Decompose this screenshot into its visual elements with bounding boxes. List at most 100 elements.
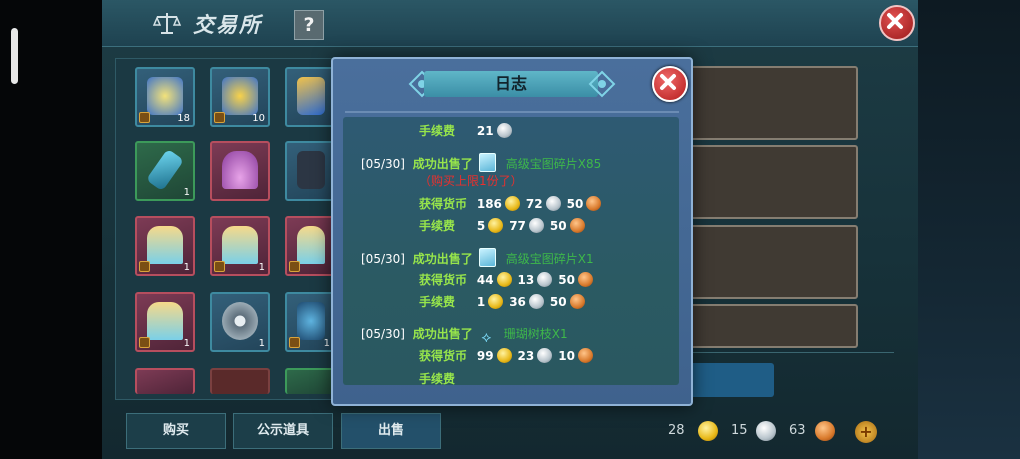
item-icon — [297, 151, 325, 189]
help-button[interactable]: ? — [294, 10, 324, 40]
inventory-slot[interactable]: 1 — [210, 216, 270, 276]
fee-label: 手续费 — [419, 219, 456, 233]
exchange-close-button[interactable] — [879, 5, 915, 41]
earned-copper: 50 — [566, 197, 584, 211]
fee-gold: 1 — [476, 295, 486, 309]
log-note: （购买上限1份了） — [419, 174, 523, 188]
item-count: 1 — [258, 262, 265, 273]
inventory-slot[interactable]: 18 — [135, 67, 195, 127]
log-list[interactable]: 手续费 21 [05/30] 成功出售了 高级宝图碎片X85 （购买上限1份了） … — [343, 117, 679, 385]
add-currency-button[interactable]: + — [855, 421, 877, 443]
sale-slot[interactable] — [688, 304, 858, 348]
sale-slot[interactable] — [688, 145, 858, 219]
copper-amount: 63 — [789, 423, 806, 438]
log-earned-row: 获得货币 99 23 10 — [419, 346, 599, 366]
inventory-slot[interactable]: 1 — [135, 216, 195, 276]
buy-tab[interactable]: 购买 — [126, 413, 226, 449]
silver-coin-icon — [528, 294, 544, 309]
fee-gold: 5 — [476, 219, 486, 233]
copper-coin-icon — [577, 348, 593, 363]
item-count: 18 — [177, 113, 190, 124]
gold-coin-icon — [504, 196, 520, 211]
fee-copper: 50 — [549, 219, 567, 233]
silver-amount: 15 — [731, 423, 748, 438]
inventory-slot[interactable] — [285, 141, 335, 201]
lock-icon — [139, 337, 150, 348]
copper-coin-icon — [815, 421, 835, 441]
inventory-slot[interactable] — [210, 141, 270, 201]
earned-label: 获得货币 — [419, 197, 468, 211]
copper-coin-icon — [569, 294, 585, 309]
copper-coin-icon — [569, 218, 585, 233]
side-drag-handle[interactable] — [11, 28, 18, 84]
inventory-slot[interactable] — [285, 368, 335, 394]
close-icon — [887, 13, 903, 29]
log-fee-row: 手续费 5 77 50 — [419, 216, 591, 236]
fee-silver: 77 — [509, 219, 526, 233]
earned-copper: 10 — [558, 349, 575, 363]
log-action: 成功出售了 — [412, 327, 473, 341]
sale-slot[interactable] — [688, 225, 858, 299]
fee-label: 手续费 — [419, 124, 456, 138]
silver-coin-icon — [545, 196, 561, 211]
dialog-close-button[interactable] — [652, 66, 688, 102]
action-button[interactable] — [688, 363, 774, 397]
earned-silver: 13 — [517, 273, 535, 287]
inventory-slot[interactable] — [285, 67, 335, 127]
earned-silver: 23 — [517, 349, 535, 363]
item-icon — [222, 302, 258, 340]
item-icon — [147, 226, 183, 264]
lock-icon — [214, 261, 225, 272]
copper-coin-icon — [577, 272, 593, 287]
inventory-slot[interactable] — [135, 368, 195, 394]
log-sale-row: [05/30] 成功出售了 ⟡ 珊瑚树枝X1 — [361, 324, 568, 346]
dialog-header: 日志 — [333, 59, 691, 111]
item-icon — [145, 148, 185, 192]
lock-icon — [139, 261, 150, 272]
log-action: 成功出售了 — [412, 157, 473, 171]
log-note-row: （购买上限1份了） — [419, 171, 523, 191]
item-count: 1 — [323, 338, 330, 349]
inventory-slot[interactable] — [210, 368, 270, 394]
dialog-title-plate: 日志 — [424, 71, 598, 97]
fee-label: 手续费 — [419, 295, 456, 309]
log-sale-row: [05/30] 成功出售了 高级宝图碎片X85 — [361, 153, 601, 173]
earned-label: 获得货币 — [419, 349, 468, 363]
gold-coin-icon — [488, 218, 504, 233]
lock-icon — [139, 112, 150, 123]
silver-coin-icon — [496, 123, 512, 138]
earned-gold: 99 — [476, 349, 494, 363]
fee-silver: 21 — [476, 124, 494, 138]
item-count: 1 — [183, 338, 190, 349]
gold-coin-icon — [698, 421, 718, 441]
gold-amount: 28 — [668, 423, 685, 438]
inventory-slot[interactable]: 1 — [210, 292, 270, 352]
inventory-slot[interactable]: 10 — [210, 67, 270, 127]
inventory-slot[interactable] — [285, 216, 335, 276]
inventory-slot[interactable]: 1 — [135, 141, 195, 201]
item-icon — [297, 302, 325, 340]
log-action: 成功出售了 — [412, 252, 473, 266]
fee-copper: 50 — [549, 295, 567, 309]
sale-slot[interactable] — [688, 66, 858, 140]
dialog-title: 日志 — [494, 74, 527, 93]
lock-icon — [289, 261, 300, 272]
item-count: 1 — [183, 187, 190, 198]
log-date: [05/30] — [361, 327, 405, 341]
log-date: [05/30] — [361, 252, 405, 266]
silver-coin-icon — [528, 218, 544, 233]
lock-icon — [214, 112, 225, 123]
inventory-slot[interactable]: 1 — [135, 292, 195, 352]
copper-coin-icon — [586, 196, 602, 211]
gold-coin-icon — [496, 272, 512, 287]
item-count: 1 — [258, 338, 265, 349]
log-item-name: 高级宝图碎片X85 — [505, 157, 602, 171]
exchange-title: 交易所 — [193, 13, 262, 37]
coral-branch-icon: ⟡ — [481, 328, 492, 346]
public-items-tab[interactable]: 公示道具 — [233, 413, 333, 449]
earned-gold: 44 — [476, 273, 494, 287]
scale-icon — [152, 13, 182, 34]
inventory-slot[interactable]: 1 — [285, 292, 335, 352]
earned-gold: 186 — [476, 197, 502, 211]
sell-tab[interactable]: 出售 — [341, 413, 441, 449]
